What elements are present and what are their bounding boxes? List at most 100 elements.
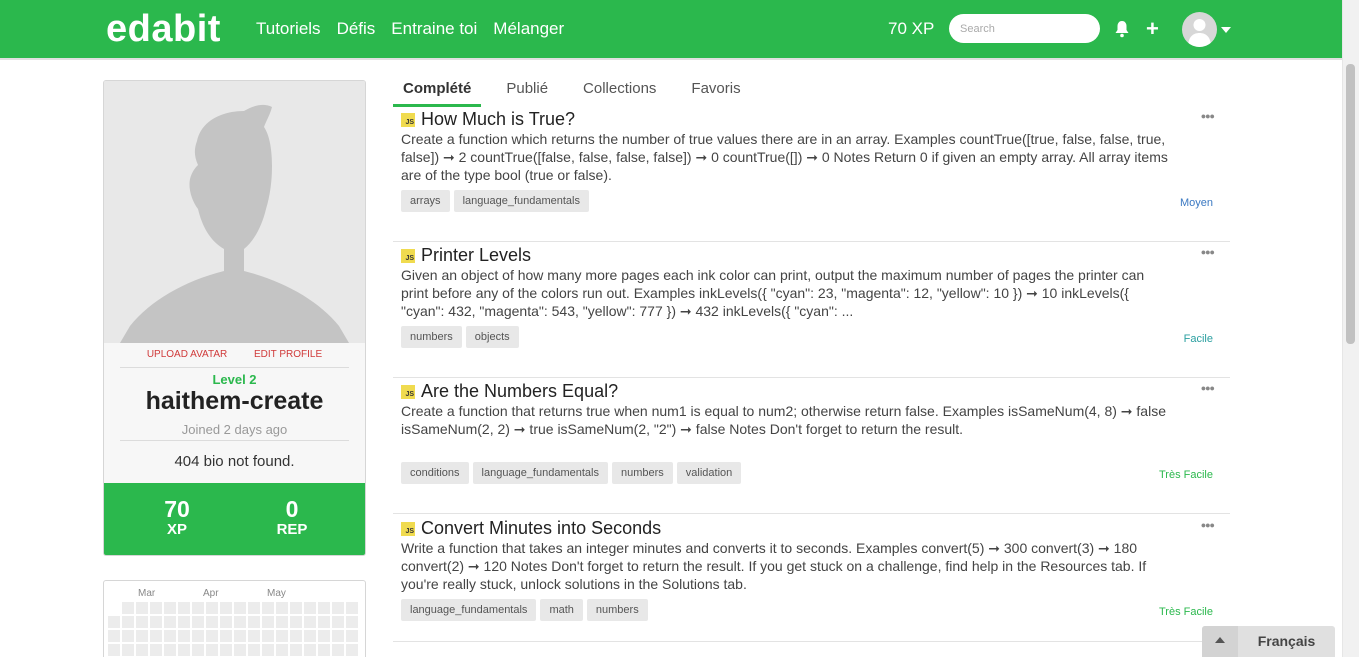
challenge-item[interactable]: JS Are the Numbers Equal? Create a functio… [393, 377, 1230, 514]
nav-practice[interactable]: Entraine toi [391, 19, 477, 39]
user-level: Level 2 [212, 372, 257, 387]
more-options-icon[interactable]: ●●● [1201, 520, 1215, 530]
calendar-day [332, 630, 344, 642]
tag[interactable]: numbers [586, 599, 648, 621]
rep-label: REP [276, 521, 308, 538]
tag[interactable]: language_fundamentals [453, 190, 589, 212]
tag[interactable]: validation [676, 462, 742, 484]
challenge-tags: arrays language_fundamentals [401, 190, 589, 212]
calendar-day [234, 602, 246, 614]
top-navbar: edabit Tutoriels Défis Entraine toi Méla… [0, 0, 1359, 60]
calendar-day [192, 644, 204, 656]
challenge-description: Create a function that returns true when… [401, 403, 1166, 437]
tag[interactable]: conditions [401, 462, 469, 484]
calendar-day [178, 602, 190, 614]
javascript-icon: JS [401, 384, 415, 399]
calendar-day [346, 644, 358, 656]
challenge-title-row: JS How Much is True? [401, 109, 575, 130]
challenge-title-row: JS Convert Minutes into Seconds [401, 518, 661, 539]
bell-icon[interactable] [1114, 20, 1130, 38]
nav-shuffle[interactable]: Mélanger [493, 19, 564, 39]
challenge-description: Given an object of how many more pages e… [401, 267, 1145, 319]
calendar-day [220, 616, 232, 628]
joined-date: Joined 2 days ago [181, 422, 288, 437]
challenge-title[interactable]: Printer Levels [421, 245, 531, 266]
calendar-day [318, 616, 330, 628]
calendar-day [122, 602, 134, 614]
xp-value: 70 [164, 496, 190, 522]
tag[interactable]: arrays [401, 190, 450, 212]
calendar-day [276, 644, 288, 656]
calendar-day [150, 644, 162, 656]
calendar-day [346, 616, 358, 628]
profile-avatar-placeholder [104, 81, 365, 343]
calendar-day [122, 644, 134, 656]
calendar-day [290, 630, 302, 642]
challenge-title[interactable]: Convert Minutes into Seconds [421, 518, 661, 539]
calendar-day [262, 616, 274, 628]
challenge-description: Create a function which returns the numb… [401, 131, 1168, 183]
difficulty-label: Très Facile [1159, 606, 1213, 618]
calendar-day [262, 602, 274, 614]
challenge-item[interactable]: JS Convert Minutes into Seconds Write a fu… [393, 514, 1230, 642]
challenge-title-row: JS Are the Numbers Equal? [401, 381, 618, 402]
upload-avatar-link[interactable]: UPLOAD AVATAR [147, 349, 227, 360]
logo[interactable]: edabit [106, 8, 221, 51]
calendar-day [248, 602, 260, 614]
calendar-day [262, 644, 274, 656]
tab-favorites[interactable]: Favoris [681, 72, 750, 107]
search-input[interactable] [949, 14, 1100, 43]
challenge-item[interactable]: JS Printer Levels Given an object of how m… [393, 241, 1230, 378]
nav-challenges[interactable]: Défis [337, 19, 376, 39]
more-options-icon[interactable]: ●●● [1201, 247, 1215, 257]
tag[interactable]: language_fundamentals [472, 462, 608, 484]
xp-label: XP [166, 521, 187, 538]
rep-value: 0 [285, 496, 299, 522]
calendar-day [122, 616, 134, 628]
calendar-day [248, 616, 260, 628]
tag[interactable]: numbers [611, 462, 673, 484]
calendar-day [304, 616, 316, 628]
calendar-day [150, 602, 162, 614]
calendar-day [290, 644, 302, 656]
challenge-title[interactable]: Are the Numbers Equal? [421, 381, 618, 402]
main-nav: Tutoriels Défis Entraine toi Mélanger [256, 19, 564, 39]
calendar-month: Mar [138, 588, 156, 599]
challenge-tags: language_fundamentals math numbers [401, 599, 648, 621]
tab-collections[interactable]: Collections [573, 72, 666, 107]
tag[interactable]: math [540, 599, 583, 621]
calendar-day [136, 630, 148, 642]
tag[interactable]: objects [465, 326, 519, 348]
language-label[interactable]: Français [1238, 626, 1335, 657]
chevron-up-icon[interactable] [1202, 626, 1238, 657]
calendar-day [206, 644, 218, 656]
calendar-day [178, 644, 190, 656]
calendar-day [220, 630, 232, 642]
chevron-down-icon[interactable] [1221, 27, 1231, 33]
calendar-day [164, 616, 176, 628]
javascript-icon: JS [401, 248, 415, 263]
plus-icon[interactable]: + [1146, 18, 1159, 40]
challenge-description: Write a function that takes an integer m… [401, 540, 1147, 592]
calendar-day [332, 616, 344, 628]
challenge-title[interactable]: How Much is True? [421, 109, 575, 130]
calendar-day [164, 644, 176, 656]
tab-completed[interactable]: Complété [393, 72, 482, 107]
user-avatar[interactable] [1182, 12, 1217, 47]
more-options-icon[interactable]: ●●● [1201, 383, 1215, 393]
calendar-day [192, 602, 204, 614]
challenge-item[interactable]: JS How Much is True? Create a function whi… [393, 105, 1230, 242]
calendar-day [192, 616, 204, 628]
tag[interactable]: numbers [401, 326, 462, 348]
nav-tutorials[interactable]: Tutoriels [256, 19, 321, 39]
calendar-day [318, 602, 330, 614]
tab-published[interactable]: Publié [496, 72, 558, 107]
more-options-icon[interactable]: ●●● [1201, 111, 1215, 121]
tag[interactable]: language_fundamentals [401, 599, 537, 621]
scrollbar-thumb[interactable] [1346, 64, 1355, 344]
calendar-day [318, 644, 330, 656]
calendar-day [108, 616, 120, 628]
calendar-day [332, 602, 344, 614]
edit-profile-link[interactable]: EDIT PROFILE [254, 349, 322, 360]
difficulty-label: Moyen [1179, 197, 1213, 209]
